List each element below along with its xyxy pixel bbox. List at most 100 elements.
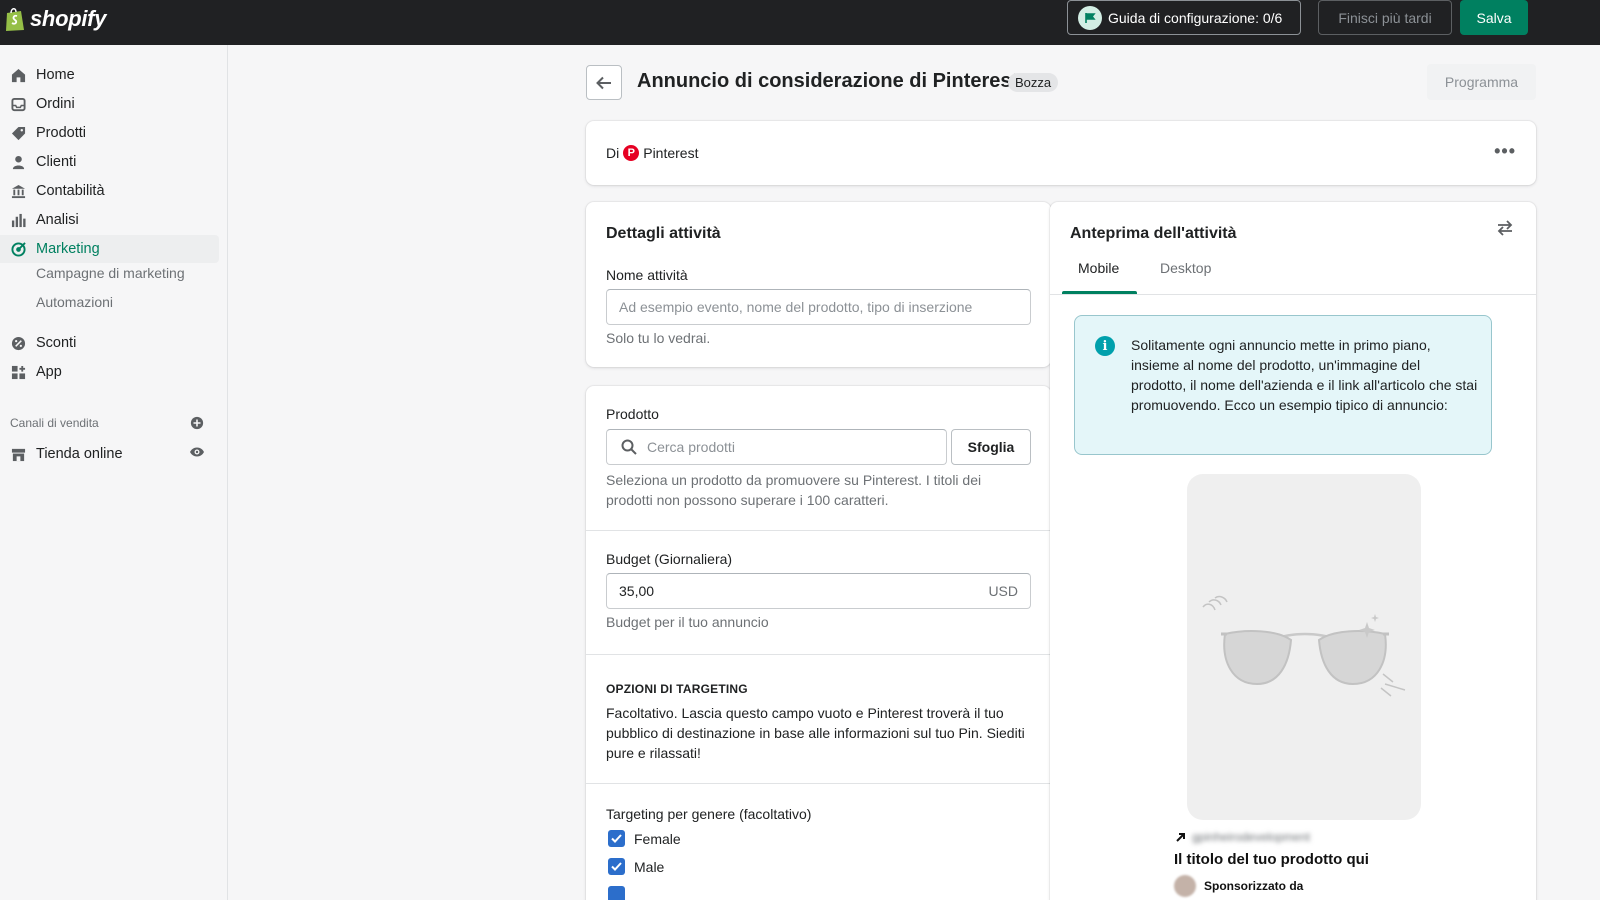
browse-button[interactable]: Sfoglia [951, 429, 1031, 465]
gender-option-female[interactable]: Female [608, 830, 681, 847]
provider-row: Di P Pinterest [606, 145, 698, 161]
sidebar-item-customers[interactable]: Clienti [0, 148, 219, 176]
sidebar-item-discounts[interactable]: Sconti [0, 329, 219, 357]
finish-later-button[interactable]: Finisci più tardi [1318, 0, 1452, 35]
gender-option-male[interactable]: Male [608, 858, 664, 875]
pin-preview-image [1187, 474, 1421, 820]
sidebar-item-label: Tienda online [36, 446, 123, 462]
setup-guide-label: Guida di configurazione: 0/6 [1108, 9, 1283, 26]
sidebar-item-orders[interactable]: Ordini [0, 90, 219, 118]
pin-sponsored: Sponsorizzato da [1174, 875, 1303, 897]
product-label: Prodotto [606, 406, 659, 422]
sidebar-subitem-automations[interactable]: Automazioni [36, 294, 113, 310]
page-title: Annuncio di considerazione di Pinterest [637, 70, 1019, 92]
pin-domain-text: gpinheirodevelopment [1192, 830, 1311, 844]
schedule-button[interactable]: Programma [1427, 64, 1536, 100]
add-sales-channel-icon[interactable] [190, 416, 204, 433]
status-badge: Bozza [1008, 73, 1059, 92]
details-heading: Dettagli attività [606, 225, 721, 242]
activity-name-label: Nome attività [606, 267, 688, 283]
sidebar-item-products[interactable]: Prodotti [0, 119, 219, 147]
sidebar-item-online-store[interactable]: Tienda online [0, 440, 219, 468]
sidebar-item-label: Ordini [36, 96, 75, 112]
view-store-eye-icon[interactable] [189, 445, 205, 461]
targeting-heading: OPZIONI DI TARGETING [606, 682, 748, 696]
provider-card: Di P Pinterest ••• [586, 121, 1536, 185]
activity-preview-card: Anteprima dell'attività Mobile Desktop i… [1050, 202, 1536, 900]
gender-option-label: Male [634, 858, 665, 875]
checkbox-checked-icon[interactable] [608, 830, 625, 847]
budget-value: 35,00 [619, 583, 655, 599]
sidebar-item-finances[interactable]: Contabilità [0, 177, 219, 205]
tab-mobile[interactable]: Mobile [1078, 260, 1119, 276]
home-icon [10, 67, 26, 83]
info-banner-text: Solitamente ogni annuncio mette in primo… [1131, 337, 1478, 413]
sidebar-item-label: Marketing [36, 241, 100, 257]
checkbox-checked-icon[interactable] [608, 858, 625, 875]
divider [586, 654, 1051, 655]
activity-name-help: Solo tu lo vedrai. [606, 330, 711, 346]
sidebar-item-analytics[interactable]: Analisi [0, 206, 219, 234]
bar-chart-icon [10, 212, 26, 228]
budget-label: Budget (Giornaliera) [606, 551, 733, 567]
setup-guide-button[interactable]: Guida di configurazione: 0/6 [1067, 0, 1301, 35]
shopify-bag-icon [6, 8, 24, 31]
save-button[interactable]: Salva [1460, 0, 1528, 35]
sales-channels-heading: Canali di vendita [10, 416, 99, 430]
more-actions-icon[interactable]: ••• [1494, 141, 1516, 162]
gender-targeting-label: Targeting per genere (facoltativo) [606, 806, 812, 822]
sidebar-item-label: Prodotti [36, 125, 86, 141]
checkbox-checked-icon[interactable] [608, 886, 625, 900]
pinterest-logo-icon: P [623, 145, 640, 161]
sidebar-item-home[interactable]: Home [0, 61, 219, 89]
pin-domain: gpinheirodevelopment [1175, 830, 1310, 844]
target-icon [10, 241, 26, 257]
budget-help: Budget per il tuo annuncio [606, 614, 769, 630]
top-bar: shopify Guida di configurazione: 0/6 Fin… [0, 0, 1600, 45]
provider-name: Pinterest [643, 145, 699, 161]
shopify-logo[interactable]: shopify [4, 6, 106, 32]
product-help: Seleziona un prodotto da promuovere su P… [606, 472, 982, 508]
tag-icon [10, 125, 26, 141]
product-search-placeholder: Cerca prodotti [647, 439, 735, 455]
budget-currency: USD [988, 583, 1018, 599]
activity-name-input[interactable]: Ad esempio evento, nome del prodotto, ti… [606, 289, 1031, 325]
preview-heading: Anteprima dell'attività [1070, 225, 1237, 242]
apps-icon [10, 364, 26, 380]
pin-title: Il titolo del tuo prodotto qui [1174, 851, 1369, 868]
sidebar-item-marketing[interactable]: Marketing [0, 235, 219, 263]
targeting-description: Facoltativo. Lascia questo campo vuoto e… [606, 705, 1025, 761]
sidebar-item-label: Home [36, 67, 75, 83]
sidebar-item-apps[interactable]: App [0, 358, 219, 386]
search-icon [621, 439, 637, 455]
bank-icon [10, 183, 26, 199]
product-budget-card: Prodotto Cerca prodotti Sfoglia Selezion… [586, 386, 1051, 900]
arrow-up-right-icon [1176, 832, 1185, 842]
divider [586, 783, 1051, 784]
tab-desktop[interactable]: Desktop [1160, 260, 1211, 276]
discount-icon [10, 335, 26, 351]
info-banner: i Solitamente ogni annuncio mette in pri… [1074, 315, 1492, 455]
main-content: Annuncio di considerazione di Pinterest … [228, 45, 1600, 900]
budget-input[interactable]: 35,00 USD [606, 573, 1031, 609]
gender-option-partial[interactable] [608, 886, 625, 900]
sidebar-item-label: App [36, 364, 62, 380]
divider [586, 530, 1051, 531]
swap-icon[interactable] [1496, 220, 1514, 239]
activity-name-placeholder: Ad esempio evento, nome del prodotto, ti… [619, 299, 973, 315]
arrow-left-icon [596, 76, 611, 89]
pin-sponsored-text: Sponsorizzato da [1204, 879, 1304, 893]
flag-icon [1078, 5, 1102, 30]
gender-option-label: Female [634, 830, 681, 847]
sunglasses-illustration-icon [1202, 595, 1406, 697]
sidebar-item-label: Analisi [36, 212, 79, 228]
divider [1050, 294, 1536, 295]
back-button[interactable] [586, 65, 622, 100]
info-icon: i [1095, 336, 1115, 356]
brand-name: shopify [30, 6, 107, 31]
sidebar-subitem-marketing-campaigns[interactable]: Campagne di marketing [36, 265, 185, 281]
store-icon [10, 446, 26, 462]
product-search-input[interactable]: Cerca prodotti [606, 429, 947, 465]
person-icon [10, 154, 26, 170]
avatar [1174, 875, 1196, 897]
